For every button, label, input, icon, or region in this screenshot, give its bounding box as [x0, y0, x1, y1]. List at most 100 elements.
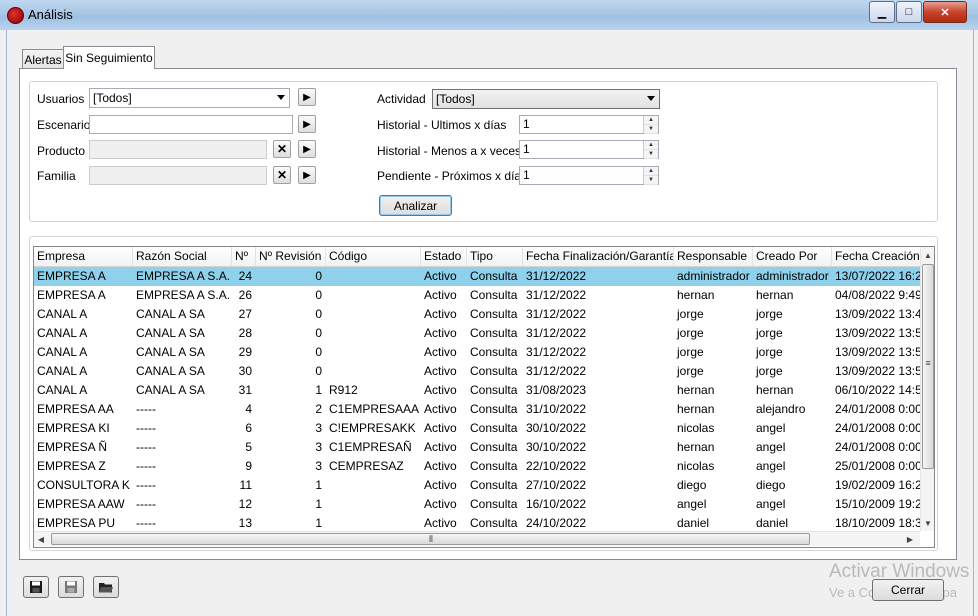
table-row[interactable]: CANAL A CANAL A SA 30 0 Activo Consulta 31/12/…: [34, 362, 922, 381]
table-cell: jorge: [677, 307, 704, 321]
usuarios-select[interactable]: [Todos]: [89, 88, 290, 108]
table-cell: Consulta: [470, 478, 518, 492]
minimize-button[interactable]: ▁: [869, 1, 895, 23]
table-row[interactable]: EMPRESA Z ----- 9 3 CEMPRESAZ Activo Consulta 2…: [34, 457, 922, 476]
table-cell: 1: [315, 497, 322, 511]
column-header[interactable]: Nº Revisión: [256, 247, 326, 266]
table-cell: [326, 343, 421, 362]
column-header[interactable]: Creado Por: [753, 247, 832, 266]
column-header[interactable]: Responsable: [674, 247, 753, 266]
column-header[interactable]: Empresa: [34, 247, 133, 266]
clear-icon: ✕: [276, 168, 288, 182]
table-cell: 26: [238, 288, 252, 302]
table-cell: jorge: [677, 326, 704, 340]
actividad-select[interactable]: [Todos]: [432, 89, 660, 109]
table-cell: jorge: [756, 307, 783, 321]
table-cell: CANAL A: [37, 307, 88, 321]
table-cell: Activo: [424, 326, 457, 340]
table-cell: 9: [245, 459, 252, 473]
column-header[interactable]: Fecha Finalización/Garantía: [523, 247, 674, 266]
analizar-button[interactable]: Analizar: [379, 195, 452, 216]
column-header[interactable]: Código: [326, 247, 421, 266]
usuarios-go-button[interactable]: ▶: [298, 88, 316, 106]
maximize-button[interactable]: □: [896, 1, 922, 23]
tab-sin-seguimiento[interactable]: Sin Seguimiento: [63, 46, 155, 69]
table-row[interactable]: EMPRESA AA ----- 4 2 C1EMPRESAAA Activo Consul…: [34, 400, 922, 419]
grip-icon: ≡: [925, 358, 931, 368]
table-cell: diego: [677, 478, 707, 492]
table-cell: Consulta: [470, 307, 518, 321]
cerrar-button[interactable]: Cerrar: [872, 579, 944, 601]
column-header[interactable]: Estado: [421, 247, 467, 266]
table-cell: administrador: [756, 269, 829, 283]
table-cell: 1: [315, 478, 322, 492]
save-as-button[interactable]: [58, 576, 84, 598]
familia-clear-button[interactable]: ✕: [273, 166, 291, 184]
scroll-left-icon[interactable]: ◀: [34, 532, 48, 546]
escenario-go-button[interactable]: ▶: [298, 115, 316, 133]
close-button[interactable]: ✕: [923, 1, 967, 23]
table-cell: EMPRESA A: [37, 288, 106, 302]
save-button[interactable]: [23, 576, 49, 598]
table-row[interactable]: CANAL A CANAL A SA 31 1 R912 Activo Consulta 31…: [34, 381, 922, 400]
horizontal-scrollbar[interactable]: ◀ ⦀ ▶: [34, 531, 920, 546]
spin-down-icon[interactable]: ▼: [644, 176, 658, 185]
table-cell: [326, 476, 421, 495]
results-grid[interactable]: Empresa Razón Social Nº Nº Revisión Código Es…: [33, 246, 935, 548]
column-header[interactable]: Nº: [232, 247, 256, 266]
table-row[interactable]: EMPRESA AAW ----- 12 1 Activo Consulta 16/10/2…: [34, 495, 922, 514]
table-cell: 0: [315, 364, 322, 378]
spin-down-icon[interactable]: ▼: [644, 125, 658, 134]
table-row[interactable]: CANAL A CANAL A SA 29 0 Activo Consulta 31/12/…: [34, 343, 922, 362]
table-cell: Consulta: [470, 326, 518, 340]
column-header[interactable]: Tipo: [467, 247, 523, 266]
grip-icon: ⦀: [429, 533, 433, 544]
table-row[interactable]: EMPRESA A EMPRESA A S.A. 24 0 Activo Consulta…: [34, 267, 922, 286]
table-cell: 24: [238, 269, 252, 283]
column-header[interactable]: Fecha Creación: [832, 247, 922, 266]
table-cell: 11: [239, 478, 252, 492]
escenario-field[interactable]: [89, 115, 293, 134]
producto-clear-button[interactable]: ✕: [273, 140, 291, 158]
table-row[interactable]: CANAL A CANAL A SA 28 0 Activo Consulta 31/12/…: [34, 324, 922, 343]
spin-up-icon[interactable]: ▲: [644, 116, 658, 125]
table-cell: CANAL A SA: [136, 307, 205, 321]
table-row[interactable]: CONSULTORA K ----- 11 1 Activo Consulta 27/10/…: [34, 476, 922, 495]
table-cell: 06/10/2022 14:57: [835, 383, 922, 397]
familia-go-button[interactable]: ▶: [298, 166, 316, 184]
historial-ultimos-spinner[interactable]: 1 ▲ ▼: [519, 115, 659, 134]
column-header[interactable]: Razón Social: [133, 247, 232, 266]
pendiente-spinner[interactable]: 1 ▲ ▼: [519, 166, 659, 185]
table-cell: 27/10/2022: [526, 478, 587, 492]
table-cell: Activo: [424, 364, 457, 378]
table-cell: 15/10/2009 19:22: [835, 497, 922, 511]
table-cell: nicolas: [677, 459, 715, 473]
table-cell: Consulta: [470, 459, 518, 473]
historial-menos-spinner[interactable]: 1 ▲ ▼: [519, 140, 659, 159]
table-cell: Consulta: [470, 288, 518, 302]
spin-up-icon[interactable]: ▲: [644, 141, 658, 150]
table-cell: EMPRESA A S.A.: [136, 288, 231, 302]
scroll-right-icon[interactable]: ▶: [903, 532, 917, 546]
table-cell: 12: [238, 497, 252, 511]
spin-down-icon[interactable]: ▼: [644, 150, 658, 159]
scroll-down-icon[interactable]: ▼: [921, 515, 934, 531]
grid-header: Empresa Razón Social Nº Nº Revisión Código Es…: [34, 247, 922, 267]
table-row[interactable]: CANAL A CANAL A SA 27 0 Activo Consulta 31/12/…: [34, 305, 922, 324]
table-row[interactable]: EMPRESA Ñ ----- 5 3 C1EMPRESAÑ Activo Consulta…: [34, 438, 922, 457]
producto-go-button[interactable]: ▶: [298, 140, 316, 158]
table-row[interactable]: EMPRESA A EMPRESA A S.A. 26 0 Activo Consulta…: [34, 286, 922, 305]
scroll-up-icon[interactable]: ▲: [921, 247, 934, 263]
spin-up-icon[interactable]: ▲: [644, 167, 658, 176]
tab-alertas[interactable]: Alertas: [22, 49, 64, 69]
table-cell: 30/10/2022: [526, 421, 587, 435]
play-icon: ▶: [303, 169, 311, 181]
table-row[interactable]: EMPRESA KI ----- 6 3 C!EMPRESAKK Activo Consul…: [34, 419, 922, 438]
table-cell: Consulta: [470, 440, 518, 454]
open-folder-button[interactable]: [93, 576, 119, 598]
table-cell: 31/12/2022: [526, 364, 587, 378]
table-cell: CANAL A SA: [136, 326, 205, 340]
vertical-scrollbar[interactable]: ▲ ≡ ▼: [920, 247, 934, 531]
table-cell: 31/12/2022: [526, 326, 587, 340]
table-cell: EMPRESA KI: [37, 421, 110, 435]
